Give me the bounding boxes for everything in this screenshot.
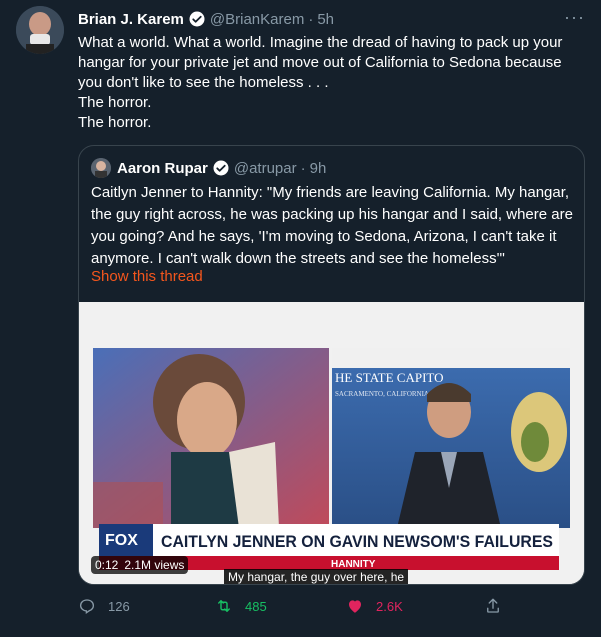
backdrop-text: HE STATE CAPITO (335, 370, 444, 385)
separator-dot: · (308, 10, 314, 28)
video-frame: HE STATE CAPITO SACRAMENTO, CALIFORNIA F… (79, 302, 584, 584)
tweet-text-line: What a world. What a world. Imagine the … (78, 34, 563, 51)
author-avatar[interactable] (16, 6, 64, 54)
retweet-count: 485 (245, 598, 267, 614)
video-time: 0:12 (95, 558, 119, 572)
tweet-timestamp[interactable]: 5h (317, 11, 334, 28)
action-bar: 126 485 2.6K (78, 597, 588, 619)
heart-icon (349, 600, 361, 613)
more-options-icon[interactable]: ··· (564, 7, 585, 28)
tweet-text-line: hangar for your private jet and move out… (78, 54, 562, 71)
retweet-icon (218, 600, 230, 612)
like-button[interactable]: 2.6K (346, 597, 403, 615)
quote-author-avatar (91, 158, 111, 178)
tweet-text-line: The horror. (78, 114, 152, 131)
quote-text: Caitlyn Jenner to Hannity: "My friends a… (91, 182, 576, 270)
quoted-tweet[interactable]: Aaron Rupar @atrupar · 9h Caitlyn Jenner… (78, 145, 585, 585)
quote-text-line: Caitlyn Jenner to Hannity: "My friends a… (91, 184, 570, 201)
quote-text-line: you going? And he says, 'I'm moving to S… (91, 228, 557, 245)
quote-text-line: anymore. I can't walk down the streets a… (91, 250, 505, 267)
share-icon (487, 598, 499, 613)
reply-count: 126 (108, 598, 130, 614)
quote-author-name: Aaron Rupar (117, 159, 208, 177)
tweet-header: Brian J. Karem @BrianKarem · 5h (78, 9, 585, 29)
share-button[interactable] (484, 597, 514, 615)
quote-timestamp: 9h (309, 159, 327, 177)
tweet-text-line: you don't like to see the homeless . . . (78, 74, 329, 91)
tweet: Brian J. Karem @BrianKarem · 5h ··· What… (0, 0, 601, 637)
verified-icon (189, 11, 205, 27)
network-logo-text: FOX (105, 532, 138, 549)
reply-icon (79, 599, 95, 615)
quote-author-handle: @atrupar (233, 159, 297, 177)
retweet-button[interactable]: 485 (215, 597, 267, 615)
video-player[interactable]: HE STATE CAPITO SACRAMENTO, CALIFORNIA F… (79, 302, 584, 584)
backdrop-subtext: SACRAMENTO, CALIFORNIA (335, 390, 429, 398)
separator-dot: · (300, 159, 306, 177)
tweet-text: What a world. What a world. Imagine the … (78, 33, 588, 133)
author-name[interactable]: Brian J. Karem (78, 11, 184, 28)
quote-header: Aaron Rupar @atrupar · 9h (91, 158, 326, 178)
reply-button[interactable]: 126 (78, 597, 130, 615)
video-stats-badge: 0:12 2.1M views (91, 556, 189, 574)
chyron-text: CAITLYN JENNER ON GAVIN NEWSOM'S FAILURE… (161, 532, 553, 551)
video-views: 2.1M views (124, 558, 185, 572)
show-thread-link[interactable]: Show this thread (91, 268, 203, 285)
quote-text-line: the guy right across, he was packing up … (91, 206, 573, 223)
verified-icon (213, 160, 229, 176)
video-caption: My hangar, the guy over here, he (224, 569, 409, 584)
tweet-text-line: The horror. (78, 94, 152, 111)
like-count: 2.6K (376, 598, 403, 614)
author-handle[interactable]: @BrianKarem (210, 11, 304, 28)
